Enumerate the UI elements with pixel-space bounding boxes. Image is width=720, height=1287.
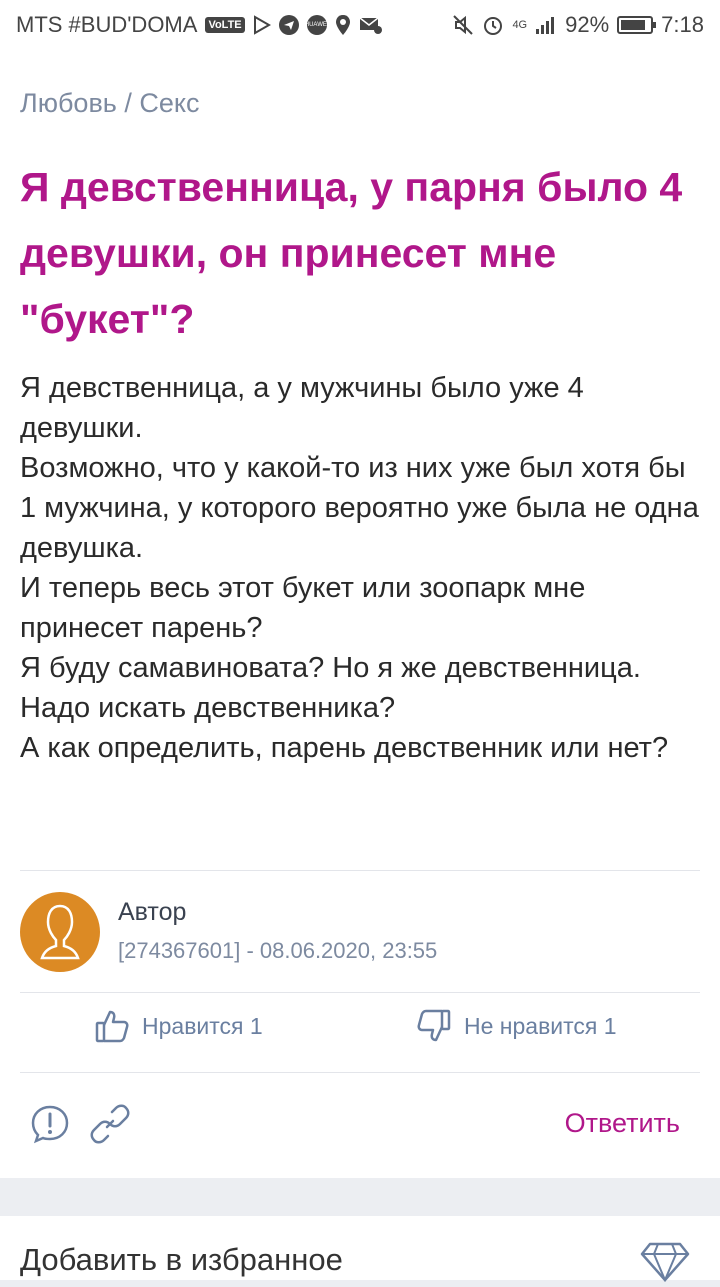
status-bar: MTS #BUD'DOMA VoLTE HUAWEI 4G 92% 7:18 <box>0 0 720 50</box>
report-icon <box>31 1105 69 1144</box>
action-row: Ответить <box>20 1102 700 1150</box>
network-type: 4G <box>512 19 528 31</box>
author-name[interactable]: Автор <box>118 898 186 927</box>
avatar[interactable] <box>20 892 100 972</box>
question-title: Я девственница, у парня было 4 девушки, … <box>20 164 683 342</box>
author-block: Автор [274367601] - 08.06.2020, 23:55 <box>20 892 700 972</box>
divider <box>20 1072 700 1073</box>
battery-percent: 92% <box>565 12 610 37</box>
question-card: Любовь / Секс Я девственница, у парня бы… <box>0 50 720 1178</box>
volte-icon: VoLTE <box>205 17 245 33</box>
telegram-icon <box>278 15 299 35</box>
huawei-icon: HUAWEI <box>305 15 329 35</box>
dislike-label: Не нравится 1 <box>464 1012 617 1039</box>
reply-button[interactable]: Ответить <box>565 1108 680 1139</box>
divider <box>20 870 700 871</box>
diamond-icon <box>640 1242 690 1287</box>
like-label: Нравится 1 <box>142 1012 263 1039</box>
report-button[interactable] <box>30 1104 70 1144</box>
favorites-block[interactable]: Добавить в избранное <box>0 1216 720 1283</box>
play-store-icon <box>253 15 271 35</box>
copy-link-button[interactable] <box>90 1104 130 1144</box>
battery-icon <box>617 16 657 34</box>
mute-icon <box>452 14 474 36</box>
mail-settings-icon <box>359 15 383 35</box>
post-meta: [274367601] - 08.06.2020, 23:55 <box>118 938 438 963</box>
vote-row: Нравится 1 Не нравится 1 <box>20 1008 700 1052</box>
question-body: Я девственница, а у мужчины было уже 4 д… <box>20 372 699 764</box>
user-silhouette-icon <box>40 904 80 960</box>
divider <box>20 992 700 993</box>
carrier-name: MTS #BUD'DOMA <box>16 12 198 37</box>
thumbs-down-icon <box>417 1009 451 1042</box>
link-icon <box>90 1104 130 1144</box>
clock: 7:18 <box>661 12 704 37</box>
dislike-button[interactable]: Не нравится 1 <box>416 1008 617 1044</box>
thumbs-up-icon <box>95 1010 129 1043</box>
add-to-favorites-label: Добавить в избранное <box>20 1242 343 1277</box>
alarm-icon <box>482 14 504 36</box>
signal-icon <box>535 15 557 35</box>
location-icon <box>335 14 351 36</box>
breadcrumb[interactable]: Любовь / Секс <box>20 88 200 119</box>
like-button[interactable]: Нравится 1 <box>94 1008 263 1044</box>
